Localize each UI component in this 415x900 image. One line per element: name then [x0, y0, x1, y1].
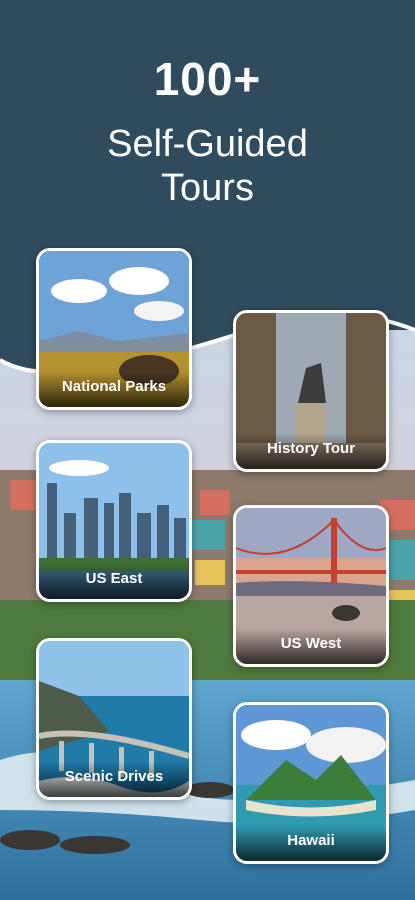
card-national-parks[interactable]: National Parks	[36, 248, 192, 410]
card-label: Hawaii	[287, 832, 335, 849]
card-us-east[interactable]: US East	[36, 440, 192, 602]
headline-line-2: Tours	[161, 167, 254, 209]
card-hawaii[interactable]: Hawaii	[233, 702, 389, 864]
card-label: US West	[280, 635, 342, 652]
card-scenic-drives[interactable]: Scenic Drives	[36, 638, 192, 800]
card-history-tour[interactable]: History Tour	[233, 310, 389, 472]
card-label: US East	[85, 570, 143, 587]
card-label: Scenic Drives	[64, 768, 164, 785]
headline-title: Self-Guided Tours	[0, 122, 415, 210]
card-us-west[interactable]: US West	[233, 505, 389, 667]
card-label: National Parks	[61, 378, 167, 395]
card-label: History Tour	[266, 440, 356, 457]
tour-count: 100+	[153, 53, 262, 105]
headline-line-1: Self-Guided	[107, 123, 308, 165]
